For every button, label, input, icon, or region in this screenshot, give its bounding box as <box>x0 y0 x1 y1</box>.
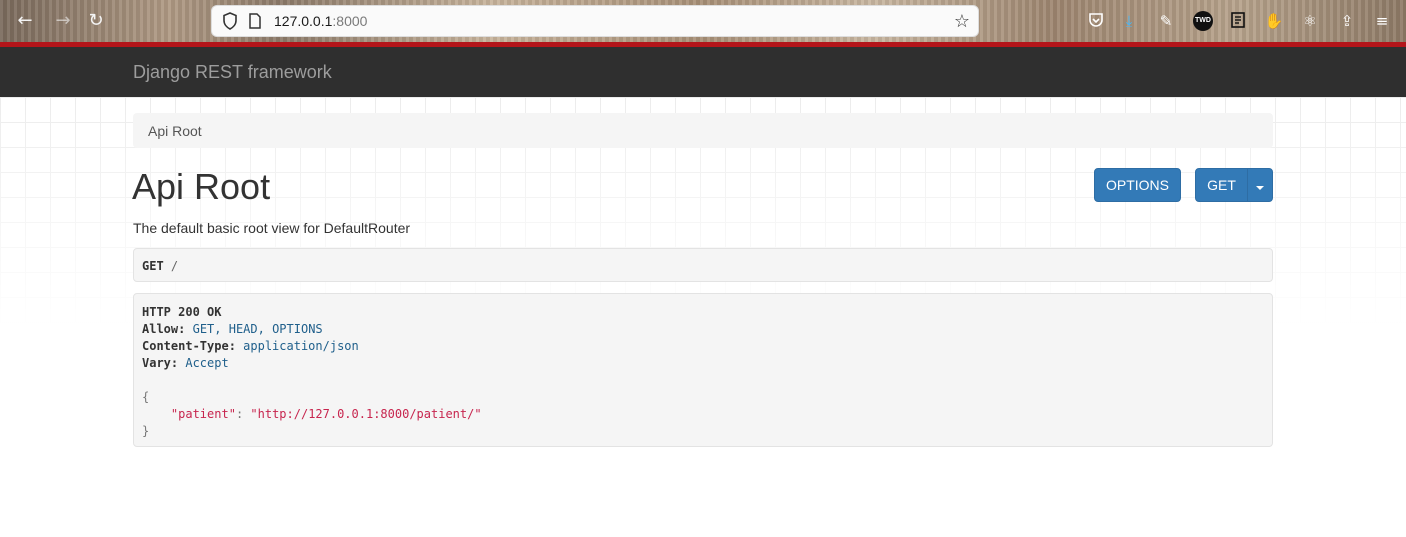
response-header: Vary: Accept <box>142 355 1264 372</box>
get-button[interactable]: GET <box>1195 168 1248 202</box>
address-bar[interactable]: 127.0.0.1:8000 ☆ <box>211 5 979 37</box>
page-title: Api Root <box>132 166 271 207</box>
json-link-value[interactable]: "http://127.0.0.1:8000/patient/" <box>250 407 481 421</box>
header-name: Allow: <box>142 322 186 336</box>
menu-icon[interactable]: ≡ <box>1372 11 1392 31</box>
request-method: GET <box>142 259 164 273</box>
brand-link[interactable]: Django REST framework <box>133 62 332 83</box>
get-format-dropdown-button[interactable] <box>1247 168 1273 202</box>
navbar: Django REST framework <box>0 47 1406 97</box>
url-host: 127.0.0.1 <box>274 13 333 29</box>
breadcrumb-item-api-root[interactable]: Api Root <box>148 123 202 139</box>
reload-icon[interactable]: ↻ <box>85 10 107 32</box>
url-text: 127.0.0.1:8000 <box>274 13 367 29</box>
response-status: HTTP 200 OK <box>142 305 222 319</box>
download-icon[interactable]: ⤓ <box>1119 11 1139 31</box>
share-icon[interactable]: ⇪ <box>1337 11 1357 31</box>
wrench-icon[interactable]: ✎ <box>1156 11 1176 31</box>
twd-label: TWD <box>1195 17 1211 24</box>
response-header: Allow: GET, HEAD, OPTIONS <box>142 321 1264 338</box>
bookmark-star-icon[interactable]: ☆ <box>952 12 972 32</box>
pocket-icon[interactable] <box>1086 11 1106 31</box>
header-value: Accept <box>185 356 229 370</box>
response-header: Content-Type: application/json <box>142 338 1264 355</box>
notes-icon[interactable] <box>1228 11 1248 31</box>
page-description: The default basic root view for DefaultR… <box>133 220 411 236</box>
json-close-brace: } <box>142 424 150 438</box>
json-open-brace: { <box>142 390 150 404</box>
breadcrumb: Api Root <box>133 113 1273 148</box>
browser-toolbar: ← → ↻ 127.0.0.1:8000 ☆ ⤓ ✎ TWD ✋ ⚛ ⇪ ≡ <box>0 0 1406 42</box>
caret-down-icon <box>1256 186 1264 190</box>
request-path: / <box>170 259 179 273</box>
header-name: Content-Type: <box>142 339 236 353</box>
header-value: GET, HEAD, OPTIONS <box>192 322 323 336</box>
url-port: :8000 <box>332 13 368 29</box>
header-name: Vary: <box>142 356 179 370</box>
response-info: HTTP 200 OK Allow: GET, HEAD, OPTIONS Co… <box>133 293 1273 447</box>
back-icon[interactable]: ← <box>14 10 36 32</box>
json-separator: : <box>235 407 251 421</box>
shield-icon[interactable] <box>222 12 238 30</box>
page-info-icon[interactable] <box>248 13 262 29</box>
hand-icon[interactable]: ✋ <box>1264 11 1284 31</box>
header-value: application/json <box>243 339 359 353</box>
react-icon[interactable]: ⚛ <box>1300 11 1320 31</box>
request-info: GET / <box>133 248 1273 282</box>
json-key: "patient" <box>170 407 236 421</box>
forward-icon[interactable]: → <box>52 10 74 32</box>
options-button[interactable]: OPTIONS <box>1094 168 1181 202</box>
twd-icon[interactable]: TWD <box>1193 11 1213 31</box>
